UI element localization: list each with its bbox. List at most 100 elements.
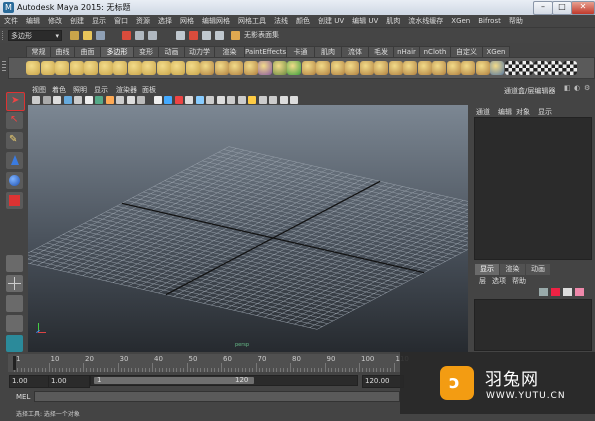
insert-edge-loop-icon[interactable] — [432, 61, 446, 75]
menu-item-2[interactable]: 修改 — [44, 15, 66, 27]
offset-edge-loop-icon[interactable] — [446, 61, 461, 75]
menu-item-0[interactable]: 文件 — [0, 15, 22, 27]
append-polygon-icon[interactable] — [403, 61, 417, 75]
viewport-menu-item-2[interactable]: 照明 — [73, 85, 87, 95]
status-line-handle[interactable] — [2, 31, 5, 40]
viewport-menu-item-1[interactable]: 着色 — [52, 85, 66, 95]
shelf-menu-handle[interactable] — [0, 57, 8, 79]
checker-icon[interactable] — [562, 61, 577, 75]
channel-box-menu-1[interactable]: 编辑 — [498, 107, 512, 117]
menu-item-18[interactable]: Bifrost — [474, 15, 505, 27]
reduce-icon[interactable] — [316, 61, 330, 75]
viewport-menu-item-0[interactable]: 视图 — [32, 85, 46, 95]
lasso-tool-icon[interactable]: ↖ — [6, 112, 23, 129]
move-layer-up-icon[interactable] — [539, 288, 548, 296]
poly-soccer-ball-icon[interactable] — [171, 61, 185, 75]
current-time-indicator[interactable] — [13, 356, 16, 370]
textured-icon[interactable] — [185, 96, 193, 104]
end-time-field[interactable]: 120.00 — [362, 375, 404, 388]
automatic-mapping-icon[interactable] — [548, 61, 562, 75]
persp-graph-layout-icon[interactable] — [6, 315, 23, 332]
range-slider-handle[interactable] — [94, 377, 254, 384]
rotate-tool-icon[interactable] — [6, 172, 23, 189]
booleans-icon[interactable] — [243, 61, 258, 75]
separate-icon[interactable] — [214, 61, 229, 75]
spherical-mapping-icon[interactable] — [533, 61, 548, 75]
camera-attributes-icon[interactable] — [42, 96, 51, 104]
select-hierarchy-icon[interactable] — [122, 31, 131, 40]
poly-prism-icon[interactable] — [113, 61, 127, 75]
xray-components-icon[interactable] — [290, 96, 298, 104]
poly-cone-icon[interactable] — [69, 61, 84, 75]
xray-icon[interactable] — [269, 96, 277, 104]
menu-item-8[interactable]: 网格 — [176, 15, 198, 27]
close-button[interactable]: ✕ — [571, 1, 595, 15]
viewport-menu-item-3[interactable]: 显示 — [94, 85, 108, 95]
poly-helix-icon[interactable] — [156, 61, 171, 75]
planar-mapping-icon[interactable] — [504, 61, 519, 75]
wireframe-icon[interactable] — [153, 96, 162, 104]
perspective-viewport[interactable]: persp — [28, 105, 468, 352]
poly-sphere-icon[interactable] — [26, 61, 40, 75]
menu-set-select[interactable]: 多边形 ▾ — [8, 30, 62, 41]
menu-item-4[interactable]: 显示 — [88, 15, 110, 27]
layer-menu-1[interactable]: 选项 — [492, 276, 506, 286]
attribute-editor-toggle-icon[interactable]: ◐ — [574, 84, 580, 92]
maximize-button[interactable]: □ — [552, 1, 572, 15]
poly-pyramid-icon[interactable] — [127, 61, 142, 75]
wireframe-on-shaded-icon[interactable] — [174, 96, 183, 104]
hypershade-layout-icon[interactable] — [6, 335, 23, 352]
snap-curve-icon[interactable] — [189, 31, 198, 40]
poly-plane-icon[interactable] — [84, 61, 98, 75]
safe-title-icon[interactable] — [137, 96, 145, 104]
smooth-shade-icon[interactable] — [164, 96, 172, 104]
new-empty-layer-icon[interactable] — [575, 288, 584, 296]
menu-item-11[interactable]: 法线 — [270, 15, 292, 27]
render-view-icon[interactable] — [231, 31, 240, 40]
smooth-icon[interactable] — [258, 61, 272, 75]
range-slider[interactable]: 1 120 — [90, 375, 358, 386]
viewport-menu-item-5[interactable]: 面板 — [142, 85, 156, 95]
field-chart-icon[interactable] — [116, 96, 124, 104]
grid-toggle-icon[interactable] — [74, 96, 82, 104]
menu-item-1[interactable]: 编辑 — [22, 15, 44, 27]
channel-box-toggle-icon[interactable]: ◧ — [564, 84, 571, 92]
gate-mask-icon[interactable] — [105, 96, 114, 104]
menu-item-10[interactable]: 网格工具 — [234, 15, 270, 27]
start-time-field[interactable]: 1.00 — [9, 375, 49, 388]
cleanup-icon[interactable] — [330, 61, 345, 75]
wedge-icon[interactable] — [475, 61, 490, 75]
open-scene-icon[interactable] — [83, 31, 92, 40]
combine-icon[interactable] — [200, 61, 214, 75]
layer-menu-2[interactable]: 帮助 — [512, 276, 526, 286]
cylindrical-mapping-icon[interactable] — [519, 61, 533, 75]
triangulate-icon[interactable] — [345, 61, 359, 75]
channel-box-menu-2[interactable]: 对象 — [516, 107, 530, 117]
shadows-icon[interactable] — [206, 96, 214, 104]
move-tool-icon[interactable] — [6, 152, 23, 169]
single-perspective-layout-icon[interactable] — [6, 255, 23, 272]
isolate-select-icon[interactable] — [258, 96, 267, 104]
bookmark-icon[interactable] — [53, 96, 61, 104]
channel-box-panel[interactable] — [474, 117, 592, 260]
motion-blur-icon[interactable] — [227, 96, 235, 104]
bridge-icon[interactable] — [388, 61, 403, 75]
menu-item-16[interactable]: 流水线缓存 — [404, 15, 447, 27]
menu-item-13[interactable]: 创建 UV — [314, 15, 348, 27]
new-layer-selected-icon[interactable] — [551, 288, 560, 296]
snap-view-plane-icon[interactable] — [215, 31, 224, 40]
layer-tab-1[interactable]: 渲染 — [500, 264, 525, 275]
time-slider[interactable]: 1102030405060708090100110 — [8, 354, 409, 372]
paint-select-tool-icon[interactable]: ✎ — [6, 132, 23, 149]
layer-tab-0[interactable]: 显示 — [475, 264, 499, 275]
poly-pipe-icon[interactable] — [142, 61, 156, 75]
poly-torus-icon[interactable] — [98, 61, 113, 75]
depth-of-field-icon[interactable] — [248, 96, 256, 104]
persp-outliner-layout-icon[interactable] — [6, 295, 23, 312]
menu-item-14[interactable]: 编辑 UV — [348, 15, 382, 27]
command-input[interactable] — [34, 391, 400, 402]
menu-item-5[interactable]: 窗口 — [110, 15, 132, 27]
uv-editor-icon[interactable] — [490, 61, 504, 75]
select-component-icon[interactable] — [148, 31, 157, 40]
image-plane-icon[interactable] — [63, 96, 72, 104]
